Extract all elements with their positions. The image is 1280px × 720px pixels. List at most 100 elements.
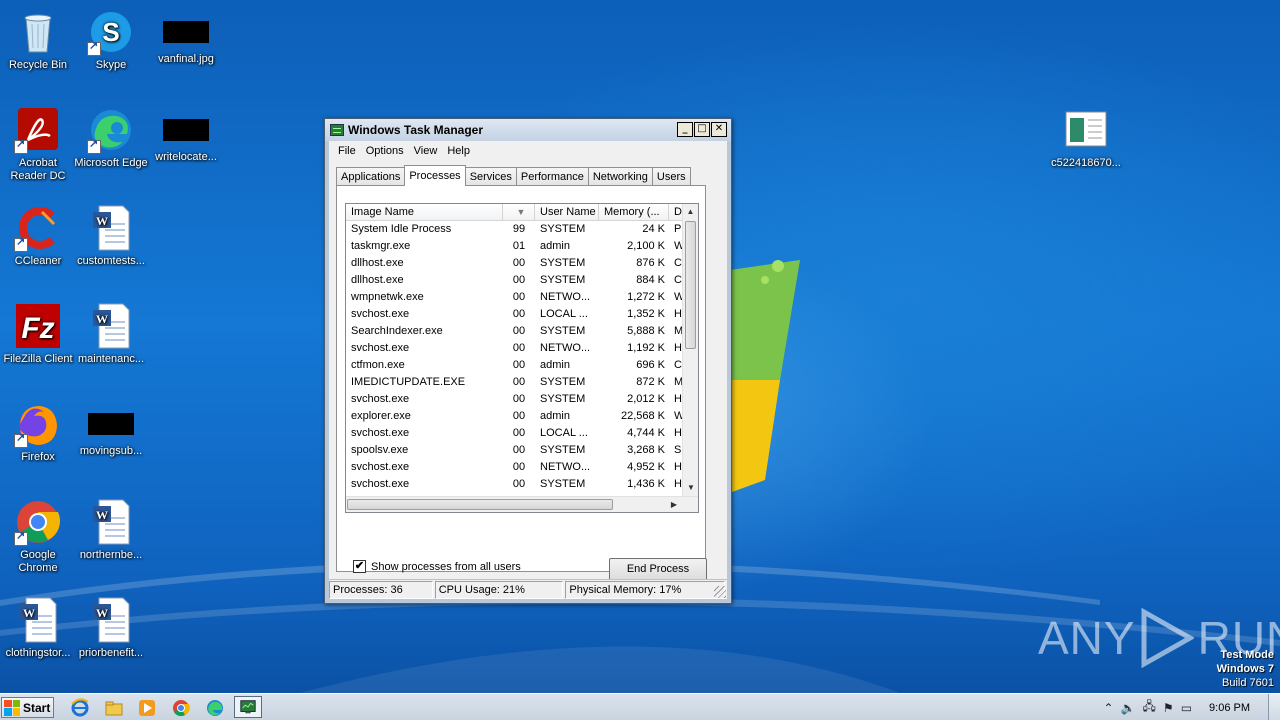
- process-row[interactable]: svchost.exe 00 SYSTEM 1,436 KH: [346, 476, 685, 493]
- word-doc-icon: W: [93, 597, 130, 643]
- process-row[interactable]: spoolsv.exe 00 SYSTEM 3,268 KS: [346, 442, 685, 459]
- desktop-icon-edge[interactable]: Microsoft Edge: [73, 106, 149, 170]
- desktop-icon-ccleaner[interactable]: CCleaner: [0, 204, 76, 268]
- show-desktop-button[interactable]: [1268, 694, 1280, 720]
- process-row[interactable]: taskmgr.exe 01 admin 2,100 KW: [346, 238, 685, 255]
- process-user: NETWO...: [540, 342, 591, 354]
- desktop-icon-filezilla[interactable]: Fz FileZilla Client: [0, 302, 76, 366]
- svg-text:W: W: [96, 508, 108, 522]
- tab-performance[interactable]: Performance: [515, 167, 589, 186]
- tab-users[interactable]: Users: [651, 167, 691, 186]
- desktop-icon-recycle-bin[interactable]: Recycle Bin: [0, 8, 76, 72]
- process-row[interactable]: IMEDICTUPDATE.EXE 00 SYSTEM 872 KM: [346, 374, 685, 391]
- process-row[interactable]: svchost.exe 00 LOCAL ... 1,352 KH: [346, 306, 685, 323]
- tab-networking[interactable]: Networking: [587, 167, 653, 186]
- action-center-flag-icon[interactable]: ⚑: [1163, 701, 1174, 715]
- process-cpu: 00: [512, 359, 526, 371]
- title-bar[interactable]: Windows Task Manager _ □ ✕: [325, 119, 731, 141]
- tray-expand-icon[interactable]: ⌃: [1104, 701, 1114, 715]
- desktop-icon-maintenance[interactable]: W maintenanc...: [73, 302, 149, 366]
- process-row[interactable]: svchost.exe 00 NETWO... 1,192 KH: [346, 340, 685, 357]
- tab-services[interactable]: Services: [464, 167, 517, 186]
- horizontal-scrollbar[interactable]: ▶: [346, 496, 698, 512]
- process-cpu: 00: [512, 274, 526, 286]
- process-row[interactable]: System Idle Process 99 SYSTEM 24 KP: [346, 221, 685, 238]
- process-row[interactable]: ctfmon.exe 00 admin 696 KC: [346, 357, 685, 374]
- status-memory: Physical Memory: 17%: [565, 581, 725, 599]
- process-user: SYSTEM: [540, 274, 586, 286]
- desktop-icon-vanfinal[interactable]: vanfinal.jpg: [148, 8, 224, 66]
- desktop-icon-skype[interactable]: S Skype: [73, 8, 149, 72]
- process-cpu: 00: [512, 308, 526, 320]
- process-cpu: 99: [512, 223, 526, 235]
- volume-icon[interactable]: 🔈: [1121, 701, 1136, 715]
- scroll-down-icon[interactable]: ▼: [683, 480, 698, 496]
- column-memory[interactable]: Memory (...: [599, 204, 669, 220]
- task-manager-icon: [330, 124, 344, 136]
- menu-bar: File Options View Help: [329, 141, 727, 160]
- menu-help[interactable]: Help: [442, 145, 475, 157]
- desktop-icon-firefox[interactable]: Firefox: [0, 400, 76, 464]
- vertical-scrollbar[interactable]: ▲ ▼: [682, 204, 698, 496]
- image-file-icon: [163, 119, 209, 141]
- process-row[interactable]: svchost.exe 00 SYSTEM 2,012 KH: [346, 391, 685, 408]
- process-list[interactable]: Image Name ▼ User Name Memory (... D Sys…: [345, 203, 699, 513]
- display-icon[interactable]: ▭: [1181, 701, 1192, 715]
- process-row[interactable]: dllhost.exe 00 SYSTEM 876 KC: [346, 255, 685, 272]
- desktop-icon-customtests[interactable]: W customtests...: [73, 204, 149, 268]
- ie-icon[interactable]: [70, 698, 90, 718]
- task-manager-window[interactable]: Windows Task Manager _ □ ✕ File Options …: [324, 118, 732, 604]
- column-user-name[interactable]: User Name: [535, 204, 599, 220]
- checkbox[interactable]: ✔: [353, 560, 366, 573]
- clock[interactable]: 9:06 PM: [1209, 702, 1250, 714]
- media-player-icon[interactable]: [137, 698, 157, 718]
- process-cpu: 00: [512, 427, 526, 439]
- menu-file[interactable]: File: [333, 145, 361, 157]
- column-cpu-sort[interactable]: ▼: [503, 204, 535, 220]
- horizontal-scroll-thumb[interactable]: [347, 499, 613, 510]
- process-memory: 22,568 K: [620, 410, 665, 422]
- start-button[interactable]: Start: [1, 697, 54, 718]
- show-all-processes-checkbox[interactable]: ✔ Show processes from all users: [353, 560, 521, 573]
- scroll-up-icon[interactable]: ▲: [683, 204, 698, 220]
- process-row[interactable]: wmpnetwk.exe 00 NETWO... 1,272 KW: [346, 289, 685, 306]
- resize-grip-icon[interactable]: [714, 586, 726, 598]
- tab-applications[interactable]: Applications: [336, 167, 406, 186]
- task-manager-taskbar-button[interactable]: [234, 696, 262, 718]
- chrome-icon[interactable]: [171, 698, 191, 718]
- desktop-icon-northernbe[interactable]: W northernbe...: [73, 498, 149, 562]
- process-cpu: 00: [512, 478, 526, 490]
- process-row[interactable]: explorer.exe 00 admin 22,568 KW: [346, 408, 685, 425]
- word-doc-icon: W: [93, 499, 130, 545]
- edge-icon[interactable]: [205, 698, 225, 718]
- explorer-folder-icon[interactable]: [104, 698, 124, 718]
- close-button[interactable]: ✕: [711, 122, 727, 137]
- vertical-scroll-thumb[interactable]: [685, 221, 696, 349]
- menu-view[interactable]: View: [409, 145, 443, 157]
- desktop-icon-clothingstor[interactable]: W clothingstor...: [0, 596, 76, 660]
- process-row[interactable]: SearchIndexer.exe 00 SYSTEM 5,888 KM: [346, 323, 685, 340]
- desktop-icon-movingsub[interactable]: movingsub...: [73, 400, 149, 458]
- scroll-right-icon[interactable]: ▶: [666, 497, 682, 512]
- process-user: admin: [540, 359, 570, 371]
- column-image-name[interactable]: Image Name: [346, 204, 503, 220]
- process-name: svchost.exe: [351, 478, 410, 490]
- svg-text:W: W: [96, 312, 108, 326]
- desktop-icon-writelocate[interactable]: writelocate...: [148, 106, 224, 164]
- minimize-button[interactable]: _: [677, 122, 693, 137]
- end-process-button[interactable]: End Process: [609, 558, 707, 581]
- desktop-icon-c522418670[interactable]: c522418670...: [1048, 106, 1124, 170]
- process-row[interactable]: dllhost.exe 00 SYSTEM 884 KC: [346, 272, 685, 289]
- desktop-icon-acrobat[interactable]: Acrobat Reader DC: [0, 106, 76, 183]
- desktop-icon-chrome[interactable]: Google Chrome: [0, 498, 76, 575]
- menu-options[interactable]: Options: [361, 145, 409, 157]
- process-memory: 876 K: [636, 257, 665, 269]
- maximize-button[interactable]: □: [694, 122, 710, 137]
- process-name: svchost.exe: [351, 427, 410, 439]
- desktop-icon-priorbenefit[interactable]: W priorbenefit...: [73, 596, 149, 660]
- network-icon[interactable]: 🖧: [1143, 697, 1156, 718]
- tab-processes[interactable]: Processes: [404, 165, 466, 186]
- process-name: svchost.exe: [351, 342, 410, 354]
- process-row[interactable]: svchost.exe 00 NETWO... 4,952 KH: [346, 459, 685, 476]
- process-row[interactable]: svchost.exe 00 LOCAL ... 4,744 KH: [346, 425, 685, 442]
